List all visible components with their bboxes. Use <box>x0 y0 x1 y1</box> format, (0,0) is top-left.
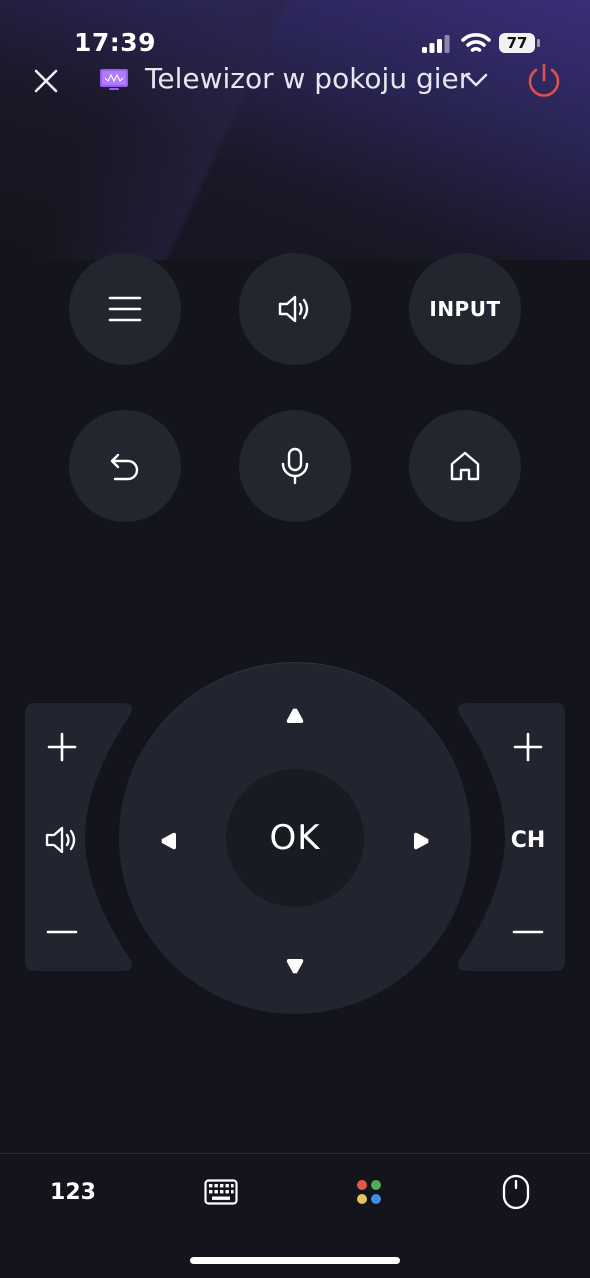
dpad-right-button[interactable] <box>401 821 441 861</box>
apps-dots-icon <box>357 1180 381 1204</box>
voice-button[interactable] <box>239 410 351 522</box>
tv-icon <box>100 69 128 90</box>
volume-up-button[interactable] <box>35 725 89 769</box>
mouse-icon <box>502 1174 530 1210</box>
channel-label: CH <box>501 818 555 862</box>
channel-label-text: CH <box>510 827 546 853</box>
bottom-divider <box>0 1153 590 1154</box>
close-icon[interactable] <box>28 63 64 99</box>
chevron-down-icon[interactable] <box>462 70 490 90</box>
dpad-up-button[interactable] <box>275 696 315 736</box>
back-button[interactable] <box>69 410 181 522</box>
speaker-icon <box>45 826 76 854</box>
battery-indicator: 77 <box>499 33 541 55</box>
numpad-label: 123 <box>50 1179 96 1205</box>
device-name[interactable]: Telewizor w pokoju gier <box>145 62 470 95</box>
volume-down-button[interactable] <box>35 910 89 954</box>
channel-up-button[interactable] <box>501 725 555 769</box>
arrow-right-icon <box>414 832 429 850</box>
home-indicator[interactable] <box>190 1257 400 1264</box>
arrow-up-icon <box>286 708 304 723</box>
volume-mute-button[interactable] <box>35 818 89 862</box>
minus-icon <box>512 930 544 934</box>
keyboard-icon <box>204 1179 238 1205</box>
ok-button[interactable]: OK <box>226 769 364 907</box>
home-button[interactable] <box>409 410 521 522</box>
menu-icon <box>108 296 142 322</box>
channel-down-button[interactable] <box>501 910 555 954</box>
microphone-icon <box>281 447 309 485</box>
keyboard-tab[interactable] <box>176 1168 266 1216</box>
battery-level: 77 <box>506 34 528 52</box>
back-icon <box>110 453 139 481</box>
home-icon <box>450 451 480 481</box>
ok-label: OK <box>269 818 321 858</box>
numpad-tab[interactable]: 123 <box>28 1168 118 1216</box>
plus-icon <box>513 732 543 762</box>
input-label: INPUT <box>429 297 501 321</box>
apps-tab[interactable] <box>324 1168 414 1216</box>
wifi-icon <box>461 33 491 52</box>
status-time: 17:39 <box>74 28 157 57</box>
input-button[interactable]: INPUT <box>409 253 521 365</box>
arrow-left-icon <box>161 832 176 850</box>
menu-button[interactable] <box>69 253 181 365</box>
mouse-tab[interactable] <box>471 1168 561 1216</box>
minus-icon <box>46 930 78 934</box>
dpad-down-button[interactable] <box>275 946 315 986</box>
power-button[interactable] <box>524 61 564 101</box>
speaker-icon <box>278 295 309 323</box>
cellular-signal-icon <box>422 35 450 53</box>
sound-button[interactable] <box>239 253 351 365</box>
plus-icon <box>47 732 77 762</box>
dpad-left-button[interactable] <box>149 821 189 861</box>
arrow-down-icon <box>286 959 304 974</box>
